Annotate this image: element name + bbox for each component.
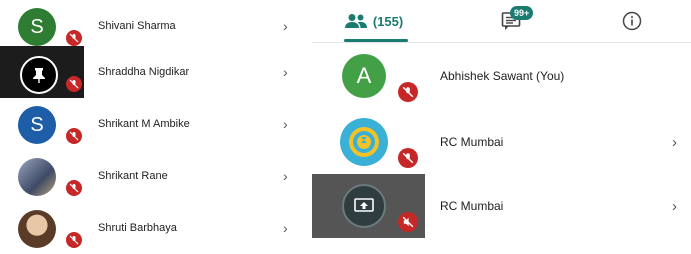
tab-participants[interactable]: (155)	[334, 0, 414, 42]
panel-gap	[304, 0, 312, 252]
participant-name: RC Mumbai	[440, 199, 504, 213]
unread-badge: 99+	[510, 6, 534, 20]
tab-chat[interactable]: 99+	[482, 0, 542, 42]
mic-off-icon	[66, 128, 82, 144]
people-icon	[344, 14, 367, 28]
avatar: A	[342, 54, 386, 98]
participant-name: RC Mumbai	[440, 135, 504, 149]
avatar-letter: S	[30, 113, 44, 136]
pin-icon	[20, 56, 58, 94]
list-item[interactable]: S Shivani Sharma ›	[0, 0, 304, 52]
mic-off-icon	[398, 148, 418, 168]
participant-name: Shrikant M Ambike	[98, 118, 190, 130]
chevron-right-icon[interactable]: ›	[672, 174, 677, 238]
avatar-letter: A	[356, 63, 372, 88]
avatar-letter: S	[30, 15, 44, 38]
mic-off-icon	[66, 180, 82, 196]
avatar: S	[18, 8, 56, 46]
rotary-logo	[340, 118, 388, 166]
participants-panel-right: (155) 99+ A Abhishek Sawant (You) RC Mum…	[312, 0, 691, 252]
participant-name: Abhishek Sawant (You)	[440, 69, 565, 83]
chevron-right-icon[interactable]: ›	[283, 98, 288, 150]
mic-off-icon	[66, 232, 82, 248]
participant-count: (155)	[372, 13, 404, 29]
active-tab-indicator	[344, 39, 408, 42]
tab-info[interactable]	[612, 0, 652, 42]
participants-list-left: S Shivani Sharma › Shraddha Nigdikar › S…	[0, 0, 304, 254]
list-item[interactable]: Shrikant Rane ›	[0, 150, 304, 202]
chevron-right-icon[interactable]: ›	[283, 46, 288, 98]
tab-bar: (155) 99+	[312, 0, 691, 43]
list-item[interactable]: RC Mumbai ›	[312, 174, 691, 238]
photo-avatar	[18, 158, 56, 196]
speaker-off-icon	[398, 212, 418, 232]
participant-name: Shraddha Nigdikar	[98, 66, 190, 78]
chevron-right-icon[interactable]: ›	[283, 202, 288, 254]
photo-avatar	[18, 210, 56, 248]
chevron-right-icon[interactable]: ›	[283, 0, 288, 52]
avatar: S	[18, 106, 56, 144]
list-item[interactable]: Shruti Barbhaya ›	[0, 202, 304, 254]
mic-off-icon	[66, 30, 82, 46]
participant-name: Shivani Sharma	[98, 20, 176, 32]
chevron-right-icon[interactable]: ›	[283, 150, 288, 202]
list-item[interactable]: S Shrikant M Ambike ›	[0, 98, 304, 150]
chevron-right-icon[interactable]: ›	[672, 110, 677, 174]
info-icon	[622, 11, 642, 31]
participant-name: Shrikant Rane	[98, 170, 168, 182]
mic-off-icon	[398, 82, 418, 102]
mic-off-icon	[66, 76, 82, 92]
list-item[interactable]: A Abhishek Sawant (You)	[312, 44, 691, 108]
list-item[interactable]: RC Mumbai ›	[312, 110, 691, 174]
screen-share-icon	[342, 184, 386, 228]
participant-name: Shruti Barbhaya	[98, 222, 177, 234]
list-item[interactable]: Shraddha Nigdikar ›	[0, 46, 304, 98]
